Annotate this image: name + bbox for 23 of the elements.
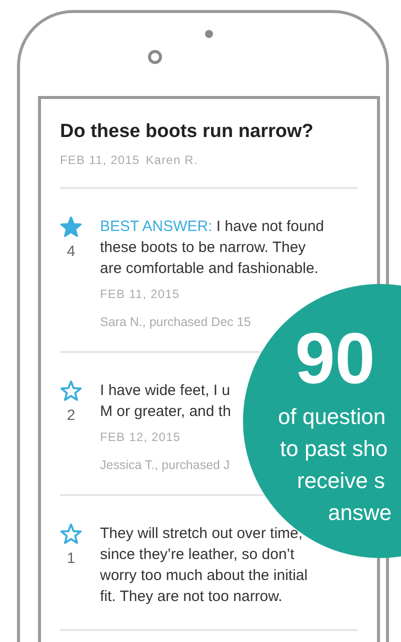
star-icon[interactable] [60, 216, 82, 237]
stat-caption-line: of question [278, 403, 386, 431]
answer-text: They will stretch out over time, since they’re leather, so don’t worry too much about the initial fit. They are not too narrow. [100, 524, 308, 607]
camera-icon [148, 50, 162, 64]
question-title: Do these boots run narrow? [60, 121, 314, 143]
answer-author: Sara N., purchased Dec 15 [100, 315, 252, 329]
question-date: FEB 11, 2015 [60, 153, 140, 167]
stat-caption-line: receive s [297, 467, 386, 495]
stat-figure: 90 [295, 318, 376, 401]
answer-text: BEST ANSWER: I have not found these boots to be narrow. They are comfortable and fashionable. [100, 217, 324, 279]
speaker-icon [205, 30, 213, 38]
answer-date: FEB 12, 2015 [100, 430, 182, 444]
vote-count: 4 [66, 243, 76, 260]
stat-caption-line: to past sho [280, 435, 388, 463]
vote-count: 1 [66, 550, 76, 567]
question-author: Karen R. [146, 153, 198, 167]
star-icon[interactable] [60, 380, 82, 401]
vote-count: 2 [66, 407, 76, 424]
star-icon[interactable] [60, 523, 82, 544]
stat-caption-line: answe [328, 499, 392, 527]
answer-author: Jessica T., purchased J [100, 458, 231, 472]
answer-date: FEB 11, 2015 [100, 287, 181, 301]
answer-text: I have wide feet, I u M or greater, and th [100, 381, 231, 422]
